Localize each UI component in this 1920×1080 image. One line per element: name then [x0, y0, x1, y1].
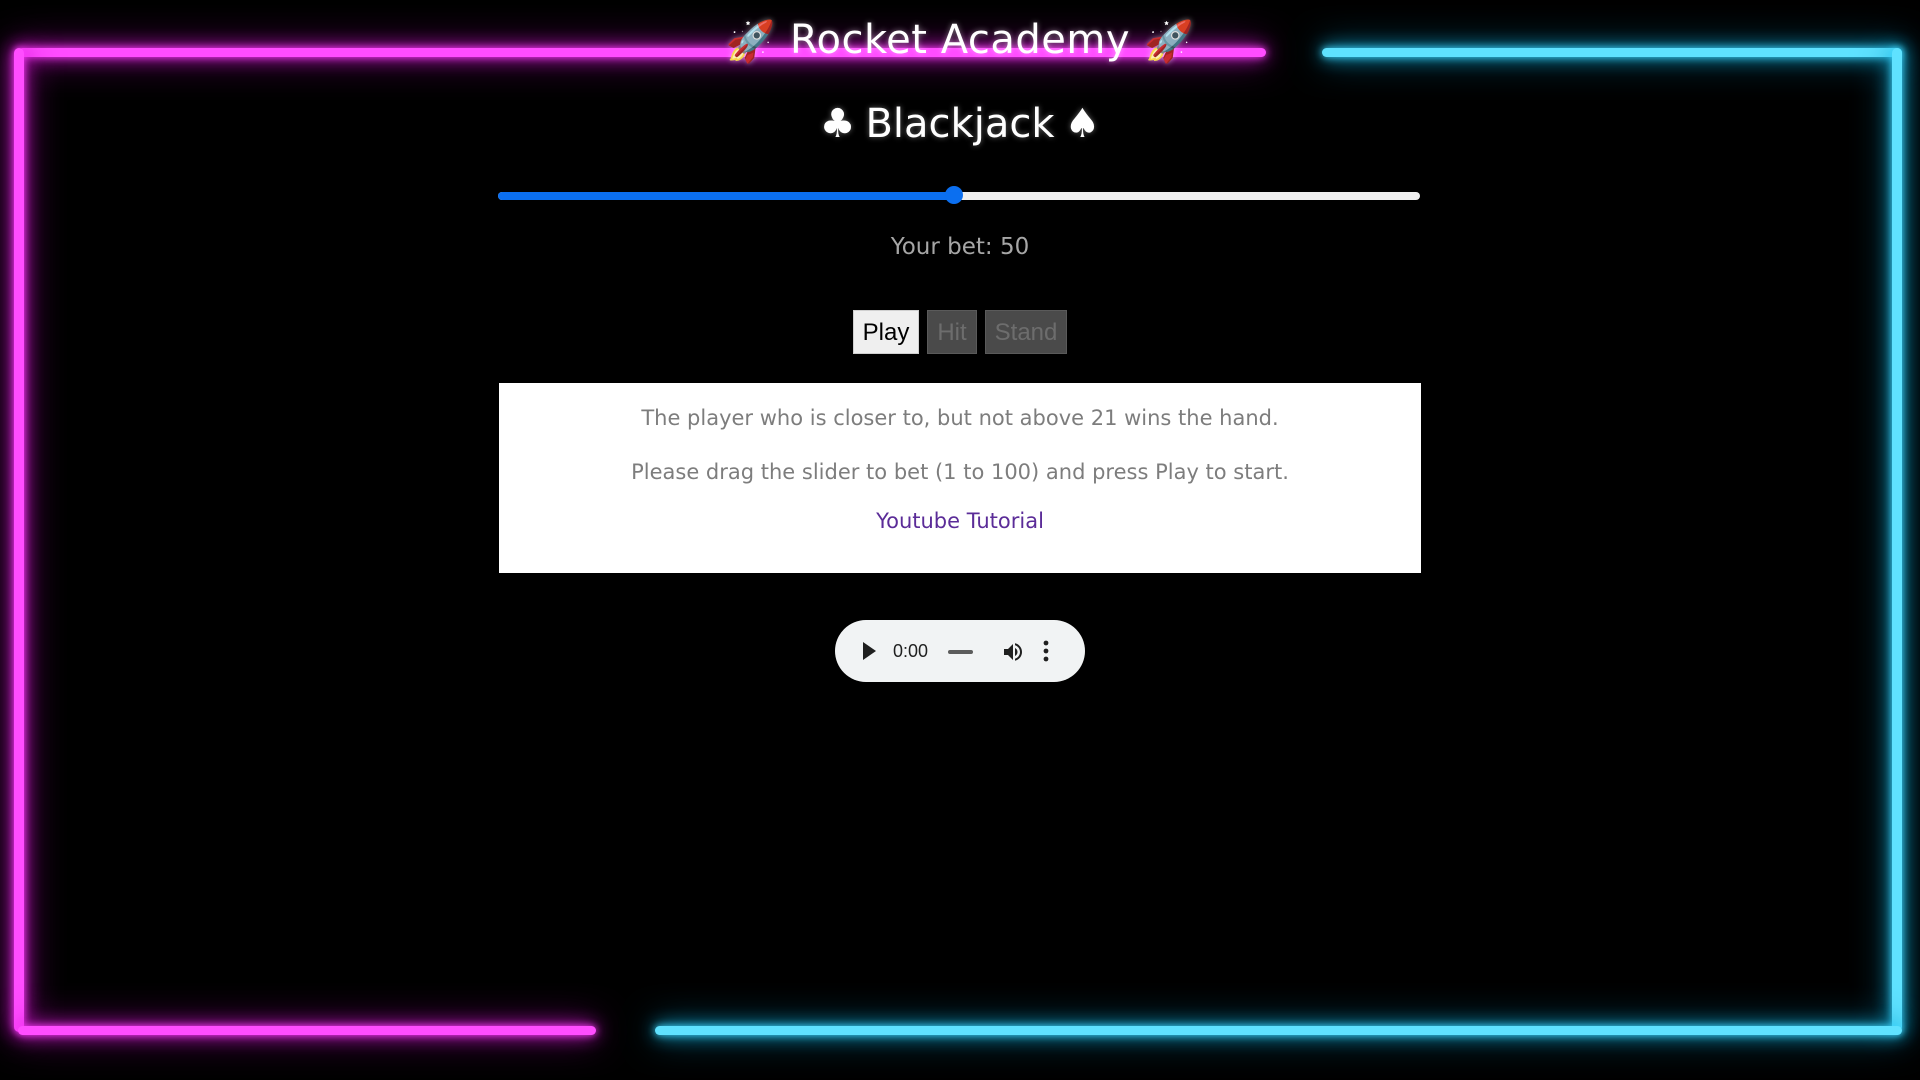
neon-frame-left-pink	[14, 48, 24, 1032]
audio-progress-bar[interactable]	[948, 650, 973, 654]
hit-button[interactable]: Hit	[927, 310, 977, 354]
slider-fill	[498, 192, 955, 200]
spade-icon: ♠	[1064, 101, 1101, 147]
site-header: 🚀 Rocket Academy 🚀	[0, 10, 1920, 72]
club-icon: ♣	[819, 101, 856, 147]
more-vert-icon[interactable]	[1040, 638, 1052, 664]
game-title-text: Blackjack	[865, 101, 1055, 147]
bet-slider[interactable]	[498, 186, 1420, 204]
audio-time: 0:00	[893, 641, 929, 661]
page: 🚀 Rocket Academy 🚀 ♣ Blackjack ♠ Your bet: 5…	[0, 0, 1920, 1080]
audio-player[interactable]: 0:00	[835, 620, 1085, 682]
site-title: Rocket Academy	[789, 17, 1130, 63]
neon-frame-bottom-pink	[18, 1026, 596, 1035]
bet-label: Your bet: 50	[890, 234, 1030, 260]
rocket-icon: 🚀	[725, 19, 776, 65]
stand-button[interactable]: Stand	[984, 310, 1068, 354]
button-row: Play Hit Stand	[0, 310, 1920, 354]
slider-thumb[interactable]	[945, 186, 964, 204]
game-title: ♣ Blackjack ♠	[0, 94, 1920, 154]
rules-text: The player who is closer to, but not abo…	[641, 406, 1279, 430]
play-icon[interactable]	[863, 642, 876, 660]
neon-frame-bottom-cyan	[655, 1026, 1902, 1035]
neon-frame-right-cyan	[1892, 48, 1902, 1032]
volume-icon[interactable]	[1001, 640, 1025, 664]
youtube-tutorial-link[interactable]: Youtube Tutorial	[499, 504, 1421, 538]
output-panel: The player who is closer to, but not abo…	[499, 383, 1421, 573]
instructions-text: Please drag the slider to bet (1 to 100)…	[631, 460, 1289, 484]
rocket-icon: 🚀	[1144, 19, 1195, 65]
play-button[interactable]: Play	[852, 310, 920, 354]
